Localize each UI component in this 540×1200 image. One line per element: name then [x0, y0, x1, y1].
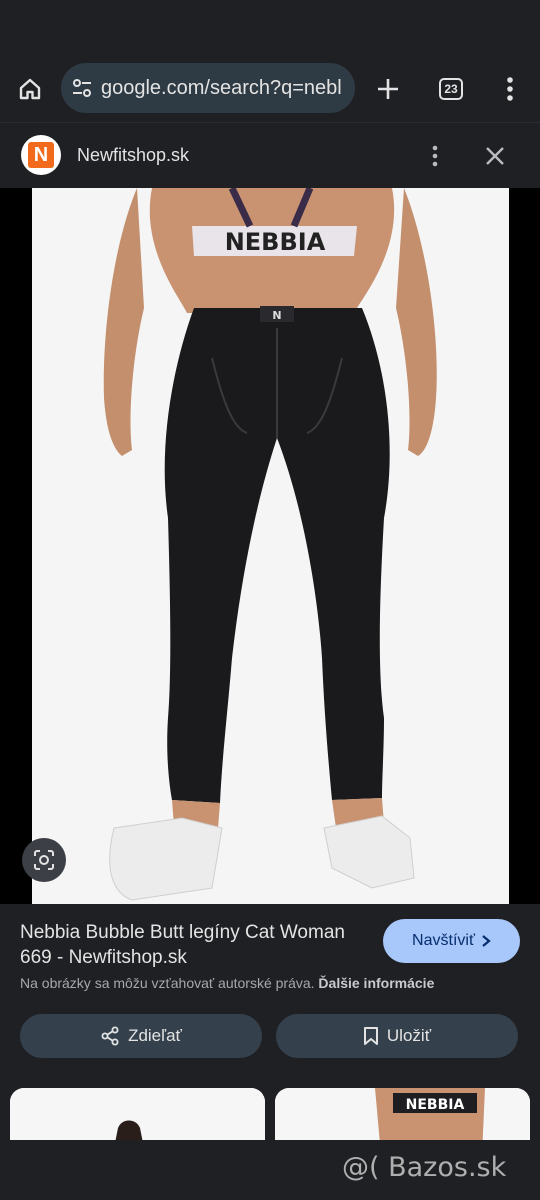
save-button[interactable]: Uložiť	[276, 1014, 518, 1058]
visit-label: Navštíviť	[412, 932, 475, 949]
thumb2-brand-text: NEBBIA	[406, 1097, 465, 1113]
image-viewer[interactable]: NEBBIA N	[0, 188, 540, 904]
new-tab-button[interactable]	[370, 69, 406, 109]
plus-icon	[378, 79, 398, 99]
browser-menu-button[interactable]	[492, 69, 528, 109]
bookmark-icon	[363, 1027, 378, 1045]
browser-toolbar: google.com/search?q=nebl 23	[0, 56, 540, 122]
google-lens-button[interactable]	[22, 838, 66, 882]
more-vert-icon	[432, 145, 438, 167]
share-label: Zdieľať	[128, 1026, 182, 1045]
more-vert-icon	[507, 77, 513, 101]
address-bar[interactable]: google.com/search?q=nebl	[61, 63, 355, 113]
brand-text: NEBBIA	[225, 228, 326, 256]
share-icon	[101, 1026, 119, 1046]
more-options-button[interactable]	[420, 139, 450, 173]
close-button[interactable]	[478, 139, 512, 173]
url-text: google.com/search?q=nebl	[101, 76, 342, 99]
share-button[interactable]: Zdieľať	[20, 1014, 262, 1058]
copyright-notice: Na obrázky sa môžu vzťahovať autorské pr…	[20, 975, 435, 991]
product-photo: NEBBIA N	[32, 188, 509, 904]
product-image[interactable]: NEBBIA N	[32, 188, 509, 904]
watermark: @( Bazos.sk	[342, 1152, 507, 1183]
site-name[interactable]: Newfitshop.sk	[77, 145, 189, 166]
more-info-link[interactable]: Ďalšie informácie	[318, 975, 434, 991]
image-source-header: N Newfitshop.sk	[0, 122, 540, 188]
site-logo: N	[21, 135, 61, 175]
waistband-logo: N	[272, 309, 281, 322]
result-title[interactable]: Nebbia Bubble Butt legíny Cat Woman 669 …	[20, 920, 370, 970]
save-label: Uložiť	[386, 1026, 432, 1045]
home-icon	[19, 78, 41, 100]
close-icon	[486, 147, 504, 165]
visit-button[interactable]: Navštíviť	[383, 919, 520, 963]
status-bar	[0, 0, 540, 56]
lens-icon	[34, 850, 54, 870]
chevron-right-icon	[482, 935, 491, 947]
home-button[interactable]	[10, 69, 50, 109]
site-settings-icon[interactable]	[71, 77, 93, 99]
tab-switcher-button[interactable]: 23	[432, 71, 470, 107]
tab-count: 23	[439, 78, 463, 100]
